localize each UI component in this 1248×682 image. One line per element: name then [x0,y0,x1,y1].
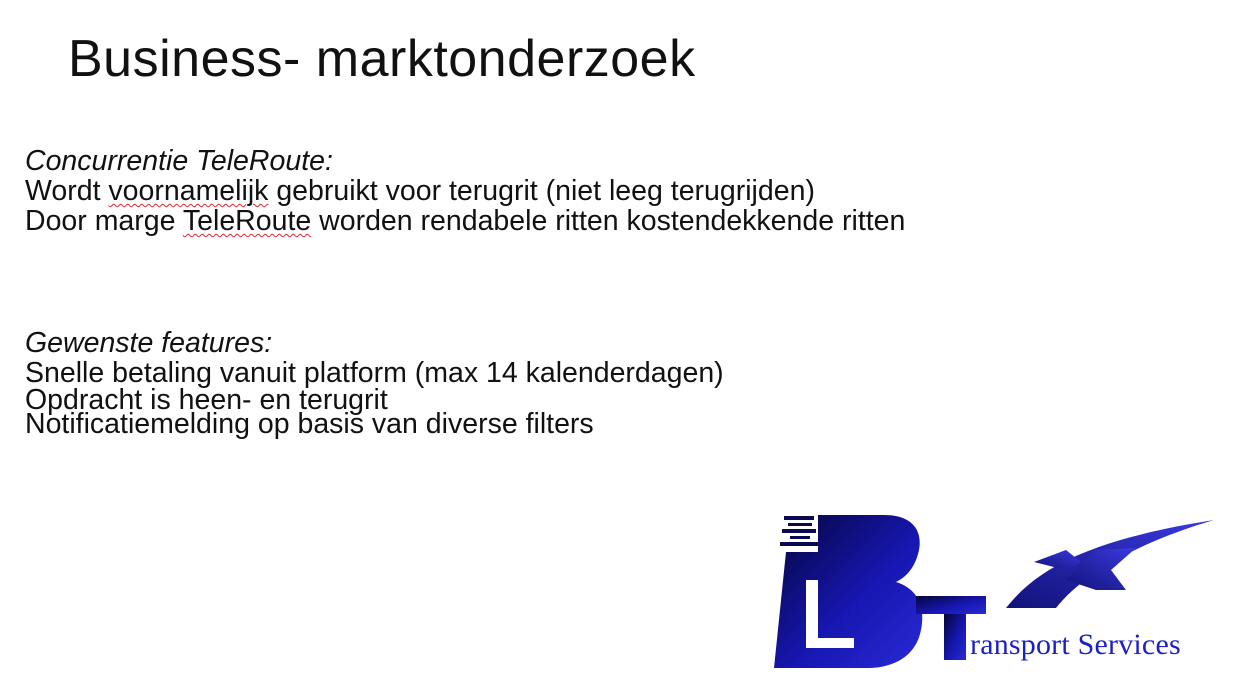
feature-item: Notificatiemelding op basis van diverse … [25,408,594,440]
features-heading: Gewenste features: [25,327,273,359]
concurrentie-line-2: Door marge TeleRoute worden rendabele ri… [25,206,905,236]
logo-text: ransport Services [970,628,1181,661]
slide: Business- marktonderzoek Concurrentie Te… [0,0,1248,682]
text-span: Wordt [25,175,109,207]
spellcheck-word: voornamelijk [108,175,269,207]
text-span: Door marge [25,205,183,237]
road-swoosh-icon [1006,520,1214,608]
speed-lines-icon [780,516,818,546]
features-section: Gewenste features: Snelle betaling vanui… [25,327,724,440]
text-span: gebruikt voor terugrit (niet leeg terugr… [268,175,815,207]
concurrentie-line-1: Wordt voornamelijk gebruikt voor terugri… [25,176,905,206]
concurrentie-section: Concurrentie TeleRoute: Wordt voornameli… [25,146,905,236]
text-span: worden rendabele ritten kostendekkende r… [311,205,906,237]
slide-title: Business- marktonderzoek [68,30,696,88]
spellcheck-word: TeleRoute [182,205,312,237]
concurrentie-heading: Concurrentie TeleRoute: [25,145,333,177]
